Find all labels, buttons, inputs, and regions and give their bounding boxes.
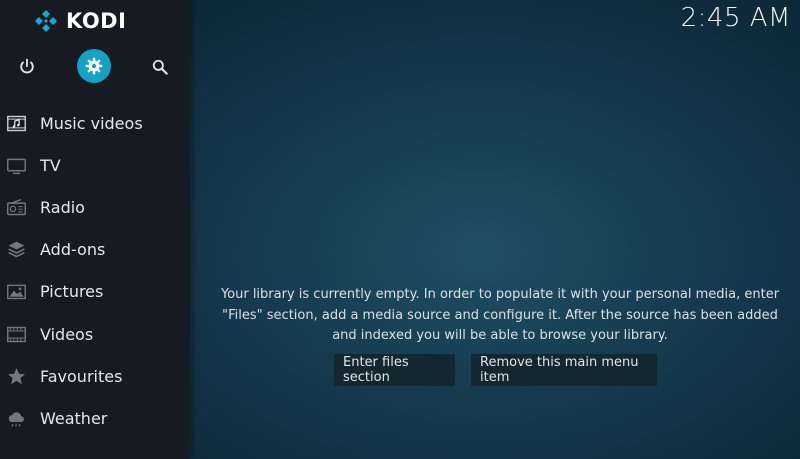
kodi-logo: KODI — [34, 8, 126, 34]
weather-icon — [5, 407, 27, 429]
pictures-icon — [5, 281, 27, 303]
menu-item-label: Add-ons — [40, 240, 106, 260]
menu-item-label: Radio — [40, 197, 85, 217]
empty-library-message: Your library is currently empty. In orde… — [220, 287, 780, 343]
search-icon — [152, 59, 168, 75]
addons-icon — [5, 239, 27, 261]
menu-item-radio[interactable]: Radio — [0, 186, 190, 228]
menu-item-weather[interactable]: Weather — [0, 397, 190, 439]
menu-item-pictures[interactable]: Pictures — [0, 271, 190, 313]
menu-item-label: TV — [40, 155, 61, 175]
menu-item-addons[interactable]: Add-ons — [0, 229, 190, 271]
top-icon-bar — [0, 48, 190, 86]
kodi-logo-text: KODI — [66, 9, 127, 33]
kodi-window: KODI Music videos TV Radio Add-ons Pictu… — [0, 0, 800, 459]
settings-icon — [85, 57, 103, 75]
remove-main-menu-item-button[interactable]: Remove this main menu item — [471, 354, 657, 386]
menu-item-label: Favourites — [40, 366, 123, 386]
menu-item-favourites[interactable]: Favourites — [0, 355, 190, 397]
menu-item-label: Music videos — [40, 113, 143, 133]
favourites-icon — [5, 365, 27, 387]
settings-button[interactable] — [77, 49, 111, 83]
menu-item-music-videos[interactable]: Music videos — [0, 102, 190, 144]
videos-icon — [5, 323, 27, 345]
menu-item-label: Videos — [40, 324, 94, 344]
clock: 2:45 AM — [680, 3, 791, 33]
main-menu: Music videos TV Radio Add-ons Pictures V… — [0, 102, 190, 440]
kodi-logo-icon — [35, 10, 57, 32]
enter-files-section-button[interactable]: Enter files section — [334, 354, 455, 386]
radio-icon — [5, 196, 27, 218]
search-button[interactable] — [143, 50, 177, 84]
sidebar: KODI Music videos TV Radio Add-ons Pictu… — [0, 0, 190, 459]
power-button[interactable] — [10, 50, 44, 84]
menu-item-tv[interactable]: TV — [0, 144, 190, 186]
menu-item-label: Weather — [40, 408, 108, 428]
music-videos-icon — [5, 112, 27, 134]
menu-item-videos[interactable]: Videos — [0, 313, 190, 355]
menu-item-label: Pictures — [40, 282, 104, 302]
power-icon — [20, 58, 34, 74]
tv-icon — [5, 154, 27, 176]
action-buttons: Enter files section Remove this main men… — [334, 354, 657, 386]
